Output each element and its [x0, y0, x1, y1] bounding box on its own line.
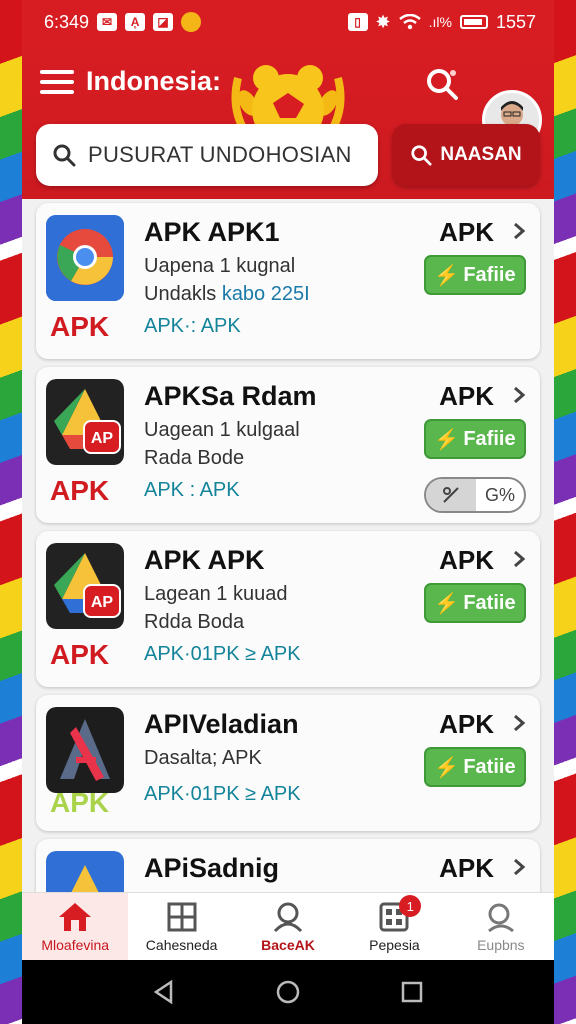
- chrome-like-icon: [46, 215, 124, 301]
- home-circle-icon[interactable]: [275, 979, 301, 1005]
- apk-badge: APK: [50, 639, 110, 670]
- search-input[interactable]: PUSURAT UNDOHOSIAN: [36, 124, 378, 186]
- toggle-knob: [426, 479, 476, 511]
- search-button[interactable]: NAASAN: [392, 124, 540, 186]
- svg-text:AP: AP: [91, 430, 114, 447]
- app-subtitle: Lagean 1 kuuad: [144, 583, 288, 605]
- chevron-right-icon[interactable]: [512, 857, 526, 877]
- install-button[interactable]: ⚡ Fatiie: [424, 747, 526, 787]
- app-tag: APK : APK: [144, 479, 240, 501]
- settings-status-icon: ✸: [375, 11, 391, 32]
- apk-label: APK: [439, 545, 494, 575]
- app-detail: Rdda Boda: [144, 611, 245, 633]
- recents-icon[interactable]: [399, 979, 425, 1005]
- mail-notification-icon: ✉: [97, 13, 118, 31]
- bolt-icon: ⚡: [434, 592, 460, 615]
- app-card[interactable]: APK APK APK1 Uapena 1 kugnal Undakls kab…: [36, 203, 540, 359]
- app-name: APK APK1: [144, 217, 280, 247]
- app-card[interactable]: APK APIVeladian Dasalta; APK APK·01PK ≥ …: [36, 695, 540, 831]
- app-name: APIVeladian: [144, 709, 299, 739]
- vibrate-icon: ▯: [347, 13, 368, 31]
- search-row: PUSURAT UNDOHOSIAN NAASAN: [36, 124, 540, 186]
- bottom-nav: Mloafеvina Cahesneda BaceAK 1 Pepesia Eu…: [22, 892, 554, 960]
- install-button[interactable]: ⚡ Fafiie: [424, 255, 526, 295]
- app-subtitle: Dasalta; APK: [144, 747, 262, 769]
- toggle-value: G%: [484, 484, 515, 505]
- app-name: APK APK: [144, 545, 265, 575]
- app-name: APKSa Rdam: [144, 381, 317, 411]
- drive-icon: [46, 851, 124, 892]
- apk-label: APK: [439, 381, 494, 411]
- battery-text: 1557: [495, 11, 536, 32]
- chevron-right-icon[interactable]: [512, 713, 526, 733]
- menu-icon[interactable]: [40, 70, 74, 94]
- chevron-right-icon[interactable]: [512, 221, 526, 241]
- search-placeholder: PUSURAT UNDOHOSIAN: [88, 142, 352, 167]
- apk-label: APK: [439, 709, 494, 739]
- install-button[interactable]: ⚡ Fafiie: [424, 419, 526, 459]
- apk-badge: APK: [50, 311, 110, 342]
- search-icon: [487, 903, 514, 932]
- drive-ap-icon: AP: [46, 379, 124, 465]
- app-tag: APK·: APK: [144, 315, 241, 337]
- nav-item-account[interactable]: BaceAK: [235, 893, 341, 960]
- sim-notification-icon: Ḁ: [125, 13, 146, 31]
- status-time: 6:349: [44, 11, 90, 32]
- svg-text:AP: AP: [91, 594, 114, 611]
- phone-screen: 6:349 ✉ Ḁ ◪ ▯ ✸ .ıl% 1557 Indonesia: PUS…: [22, 0, 554, 1024]
- app-tag: APK·01PK ≥ APK: [144, 643, 301, 665]
- progress-toggle[interactable]: G%: [424, 477, 526, 513]
- magnifier-icon: [411, 145, 432, 166]
- search-button-label: NAASAN: [440, 144, 522, 165]
- decorative-right-edge: [552, 0, 576, 1024]
- percent-slash-icon: [443, 487, 459, 503]
- apk-label: APK: [439, 853, 494, 883]
- apk-badge: APK: [50, 475, 110, 506]
- app-name: APiSadnig: [144, 853, 280, 883]
- app-list: APK APK APK1 Uapena 1 kugnal Undakls kab…: [22, 199, 554, 892]
- app-tag: APK·01PK ≥ APK: [144, 783, 301, 805]
- bolt-icon: ⚡: [434, 264, 460, 287]
- app-header: Indonesia: PUSURAT UNDOHOSIAN NAASAN: [22, 44, 554, 199]
- chevron-right-icon[interactable]: [512, 549, 526, 569]
- a-tool-icon: [46, 707, 124, 793]
- bolt-icon: ⚡: [434, 756, 460, 779]
- bolt-icon: ⚡: [434, 428, 460, 451]
- chevron-right-icon[interactable]: [512, 385, 526, 405]
- notification-badge: 1: [399, 895, 422, 917]
- nav-item-search[interactable]: Eupbns: [448, 893, 554, 960]
- battery-icon: [459, 15, 488, 29]
- app-card[interactable]: AP APK APK APK Lagean 1 kuuad Rdda Boda …: [36, 531, 540, 687]
- search-icon[interactable]: [424, 66, 460, 102]
- magnifier-icon: [53, 144, 76, 167]
- flower-notification-icon: [181, 12, 202, 32]
- system-navigation-bar: [22, 960, 554, 1024]
- signal-icon: .ıl%: [428, 14, 452, 30]
- status-bar: 6:349 ✉ Ḁ ◪ ▯ ✸ .ıl% 1557: [22, 0, 554, 44]
- apk-badge: APK: [50, 787, 110, 818]
- home-icon: [59, 902, 92, 931]
- apk-label: APK: [439, 217, 494, 247]
- app-subtitle: Uapena 1 kugnal: [144, 255, 296, 277]
- app-detail: Undakls kabo 225I: [144, 283, 310, 305]
- decorative-left-edge: [0, 0, 24, 1024]
- app-subtitle: Uagean 1 kulgaal: [144, 419, 300, 441]
- app-card[interactable]: APiSadnig APK: [36, 839, 540, 892]
- doc-notification-icon: ◪: [153, 13, 174, 31]
- app-detail: Rada Bode: [144, 447, 245, 469]
- wifi-icon: [398, 14, 421, 30]
- nav-item-home[interactable]: Mloafеvina: [22, 893, 129, 960]
- back-icon[interactable]: [151, 979, 177, 1005]
- nav-item-categories[interactable]: Cahesneda: [128, 893, 234, 960]
- app-title: Indonesia:: [86, 66, 222, 96]
- grid-icon: [167, 902, 197, 931]
- person-search-icon: [273, 902, 303, 932]
- install-button[interactable]: ⚡ Fatiie: [424, 583, 526, 623]
- app-card[interactable]: AP APK APKSa Rdam Uagean 1 kulgaal Rada …: [36, 367, 540, 523]
- nav-item-apps[interactable]: 1 Pepesia: [341, 893, 447, 960]
- drive-ap-icon: AP: [46, 543, 124, 629]
